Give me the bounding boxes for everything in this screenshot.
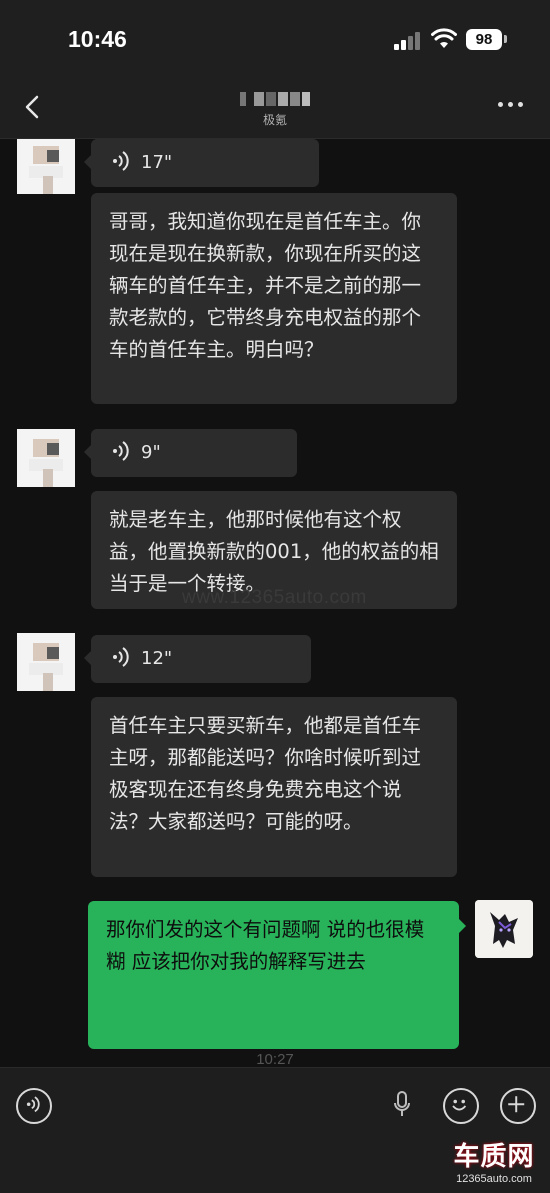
timestamp: 10:27 <box>256 1051 294 1067</box>
battery-tip <box>504 35 507 43</box>
voice-wave-icon <box>113 647 129 667</box>
message-bubble[interactable]: 哥哥，我知道你现在是首任车主。你现在是现在换新款，你现在所买的这辆车的首任车主，… <box>91 193 457 404</box>
plus-icon <box>508 1096 525 1113</box>
voice-message-bubble[interactable]: 17" <box>84 139 319 187</box>
smiley-icon <box>452 1099 467 1111</box>
chat-subtitle: 极氪 <box>262 113 287 127</box>
microphone-icon[interactable] <box>392 1090 412 1120</box>
site-logo: 车质网 12365auto.com <box>444 1142 544 1190</box>
message-text: 哥哥，我知道你现在是首任车主。你现在是现在换新款，你现在所买的这辆车的首任车主，… <box>109 210 422 361</box>
contact-name-redacted <box>240 92 310 106</box>
emoji-button[interactable] <box>443 1088 479 1124</box>
voice-duration: 17" <box>141 152 173 173</box>
logo-main-text: 车质网 <box>453 1142 535 1172</box>
more-options-icon[interactable] <box>498 102 524 110</box>
message-text: 就是老车主，他那时候他有这个权益，他置换新款的001，他的权益的相当于是一个转接… <box>109 508 439 595</box>
message-text: 那你们发的这个有问题啊 说的也很模糊 应该把你对我的解释写进去 <box>106 918 425 973</box>
outgoing-message-bubble[interactable]: 那你们发的这个有问题啊 说的也很模糊 应该把你对我的解释写进去 <box>88 901 466 1049</box>
my-avatar[interactable] <box>475 900 533 958</box>
message-text: 首任车主只要买新车，他都是首任车主呀，那都能送吗？你啥时候听到过极客现在还有终身… <box>109 714 422 833</box>
voice-wave-icon <box>113 151 129 171</box>
message-list[interactable]: 17" 哥哥，我知道你现在是首任车主。你现在是现在换新款，你现在所买的这辆车的首… <box>0 139 550 1067</box>
contact-avatar[interactable] <box>17 429 75 487</box>
chat-header: 极氪 <box>0 80 550 139</box>
voice-message-bubble[interactable]: 12" <box>84 635 311 683</box>
status-time: 10:46 <box>68 26 127 52</box>
cellular-signal-icon <box>394 30 424 50</box>
voice-duration: 9" <box>141 442 161 463</box>
voice-message-bubble[interactable]: 9" <box>84 429 297 477</box>
battery-indicator: 98 <box>466 29 502 50</box>
contact-avatar[interactable] <box>17 139 75 194</box>
voice-wave-icon <box>113 441 129 461</box>
status-bar: 10:46 98 <box>0 0 550 80</box>
watermark-text: www.12365auto.com <box>182 587 367 608</box>
wifi-icon <box>431 28 457 48</box>
voice-input-toggle-button[interactable] <box>16 1088 52 1124</box>
logo-sub-text: 12365auto.com <box>456 1173 532 1185</box>
contact-avatar[interactable] <box>17 633 75 691</box>
more-functions-button[interactable] <box>500 1088 536 1124</box>
message-bubble[interactable]: 首任车主只要买新车，他都是首任车主呀，那都能送吗？你啥时候听到过极客现在还有终身… <box>91 697 457 877</box>
voice-duration: 12" <box>141 648 173 669</box>
voice-wave-icon <box>26 1096 40 1113</box>
wolf-avatar-icon <box>475 900 533 958</box>
